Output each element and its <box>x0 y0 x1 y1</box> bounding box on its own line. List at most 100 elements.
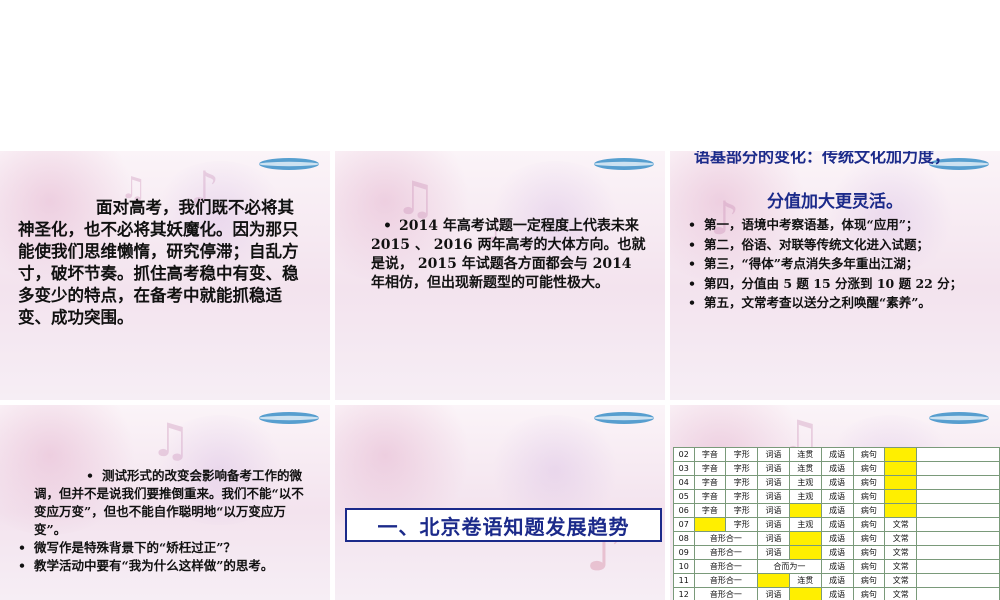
table-cell: 09 <box>673 545 695 560</box>
table-cell: 词语 <box>757 517 790 532</box>
table-cell <box>916 447 1000 462</box>
table-cell: 连贯 <box>788 461 822 476</box>
table-cell <box>788 545 822 560</box>
table-cell: 文常 <box>884 573 918 588</box>
table-cell <box>916 573 1000 588</box>
slide-thumbnail-6[interactable]: ♫ 02 字音 字形 词语 连贯 成语 病句 03 字音 字形 词语 连贯 成语 病句 04 字音 字形 词语 主观… <box>670 405 1000 600</box>
slide-thumbnail-5[interactable]: ♪ 一、北京卷语知题发展趋势 <box>335 405 665 600</box>
table-cell <box>693 517 727 532</box>
table-cell: 音形合一 <box>693 531 759 546</box>
table-cell: 合而为一 <box>757 559 822 574</box>
table-cell: 词语 <box>757 475 790 490</box>
globe-logo-icon <box>594 158 654 170</box>
bullet-item: 第二，俗语、对联等传统文化进入试题； <box>688 235 988 255</box>
table-cell: 成语 <box>820 503 854 518</box>
table-cell <box>788 587 822 600</box>
table-cell: 连贯 <box>788 447 822 462</box>
table-cell <box>916 587 1000 600</box>
table-row: 07 字形 词语 主观 成语 病句 文常 <box>673 517 1000 532</box>
table-cell: 病句 <box>852 559 886 574</box>
table-cell: 连贯 <box>788 573 822 588</box>
table-cell: 成语 <box>820 517 854 532</box>
table-cell: 08 <box>673 531 695 546</box>
bullet-item: 第三，“得体”考点消失多年重出江湖； <box>688 254 988 274</box>
table-cell: 病句 <box>852 447 886 462</box>
table-cell: 词语 <box>757 503 790 518</box>
slide-thumbnail-3[interactable]: ♪ 语基部分的变化：传统文化加力度， 分值加大更灵活。 第一，语境中考察语基，体… <box>670 151 1000 400</box>
bullet-item: 2014 年高考试题一定程度上代表未来 2015 、 2016 两年高考的大体方… <box>355 217 647 293</box>
table-cell: 成语 <box>820 531 854 546</box>
globe-logo-icon <box>259 158 319 170</box>
table-cell <box>916 489 1000 504</box>
table-cell <box>788 531 822 546</box>
table-cell <box>884 475 918 490</box>
table-cell <box>916 461 1000 476</box>
table-cell: 字形 <box>725 489 759 504</box>
table-cell <box>916 475 1000 490</box>
table-cell: 11 <box>673 573 695 588</box>
table-cell: 字形 <box>725 517 759 532</box>
table-cell: 字音 <box>693 475 727 490</box>
table-cell: 05 <box>673 489 695 504</box>
table-cell: 词语 <box>757 489 790 504</box>
table-row: 11 音形合一 连贯 成语 病句 文常 <box>673 573 1000 588</box>
table-cell: 病句 <box>852 545 886 560</box>
music-note-icon: ♫ <box>150 413 192 467</box>
table-row: 09 音形合一 词语 成语 病句 文常 <box>673 545 1000 560</box>
slide-thumbnail-4[interactable]: ♫ 测试形式的改变会影响备考工作的微调，但并不是说我们要推倒重来。我们不能“以不… <box>0 405 330 600</box>
table-cell: 字形 <box>725 447 759 462</box>
table-cell <box>884 503 918 518</box>
table-cell <box>916 559 1000 574</box>
table-cell: 主观 <box>788 489 822 504</box>
bullet-item: 第四，分值由 5 题 15 分涨到 10 题 22 分； <box>688 274 988 294</box>
globe-logo-icon <box>594 412 654 424</box>
slide-title-line-1: 语基部分的变化：传统文化加力度， <box>694 151 951 166</box>
table-cell: 病句 <box>852 573 886 588</box>
slide-thumbnail-1[interactable]: ♪ ♫ 面对高考，我们既不必将其神圣化，也不必将其妖魔化。因为那只能使我们思维懒… <box>0 151 330 400</box>
table-cell: 主观 <box>788 475 822 490</box>
globe-logo-icon <box>929 412 989 424</box>
bullet-item: 微写作是特殊背景下的“矫枉过正”？ <box>18 539 308 557</box>
slide-bullet-list: 测试形式的改变会影响备考工作的微调，但并不是说我们要推倒重来。我们不能“以不变应… <box>18 467 308 575</box>
table-cell: 成语 <box>820 475 854 490</box>
table-cell <box>916 503 1000 518</box>
table-cell: 病句 <box>852 517 886 532</box>
table-row: 12 音形合一 词语 成语 病句 文常 <box>673 587 1000 600</box>
table-cell: 03 <box>673 461 695 476</box>
table-cell: 字音 <box>693 447 727 462</box>
table-cell: 病句 <box>852 461 886 476</box>
table-cell: 文常 <box>884 517 918 532</box>
slide-thumbnail-2[interactable]: ♫ ♪ 2014 年高考试题一定程度上代表未来 2015 、 2016 两年高考… <box>335 151 665 400</box>
table-cell <box>884 489 918 504</box>
table-cell: 词语 <box>757 545 790 560</box>
table-row: 04 字音 字形 词语 主观 成语 病句 <box>673 475 1000 490</box>
table-cell: 02 <box>673 447 695 462</box>
bullet-item: 第一，语境中考察语基，体现“应用”； <box>688 215 988 235</box>
table-row: 02 字音 字形 词语 连贯 成语 病句 <box>673 447 1000 462</box>
table-cell: 病句 <box>852 587 886 600</box>
table-row: 05 字音 字形 词语 主观 成语 病句 <box>673 489 1000 504</box>
table-cell: 词语 <box>757 461 790 476</box>
slide-bullet-list: 第一，语境中考察语基，体现“应用”； 第二，俗语、对联等传统文化进入试题； 第三… <box>688 215 988 313</box>
table-cell: 病句 <box>852 475 886 490</box>
table-cell: 音形合一 <box>693 545 759 560</box>
table-cell <box>757 573 790 588</box>
table-cell <box>916 517 1000 532</box>
table-cell: 04 <box>673 475 695 490</box>
globe-logo-icon <box>259 412 319 424</box>
table-cell: 成语 <box>820 489 854 504</box>
table-cell: 成语 <box>820 447 854 462</box>
bullet-item: 教学活动中要有“我为什么这样做”的思考。 <box>18 557 308 575</box>
table-cell: 音形合一 <box>693 559 759 574</box>
table-cell <box>788 503 822 518</box>
table-cell <box>884 461 918 476</box>
table-cell: 词语 <box>757 531 790 546</box>
table-cell <box>884 447 918 462</box>
table-cell: 病句 <box>852 489 886 504</box>
table-cell: 成语 <box>820 545 854 560</box>
table-row: 06 字音 字形 词语 成语 病句 <box>673 503 1000 518</box>
table-cell: 字音 <box>693 503 727 518</box>
table-cell: 成语 <box>820 587 854 600</box>
table-cell: 字形 <box>725 503 759 518</box>
table-cell: 12 <box>673 587 695 600</box>
